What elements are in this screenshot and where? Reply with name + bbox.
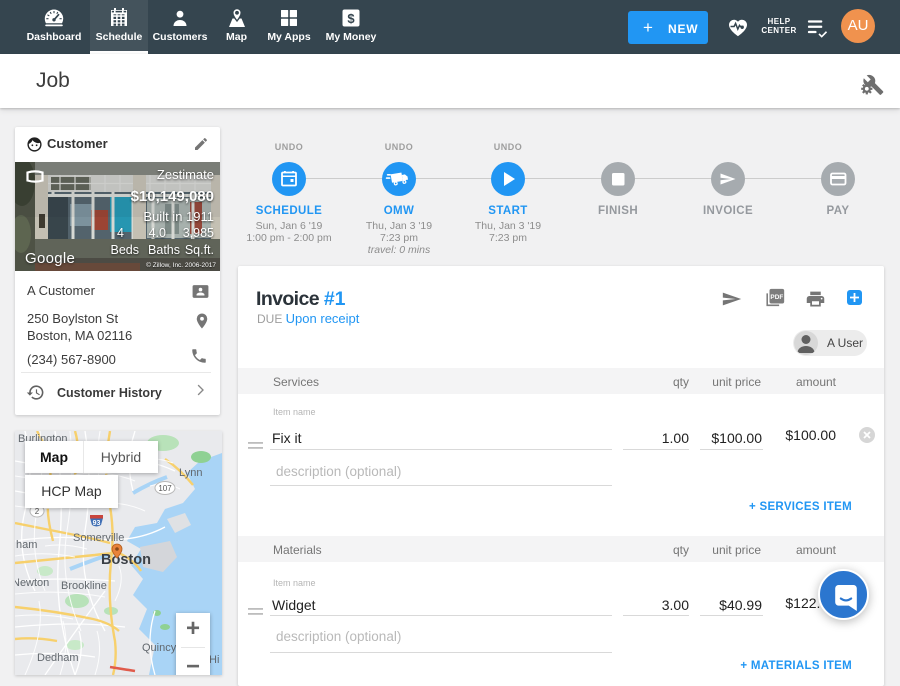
svg-text:Brookline: Brookline (61, 580, 107, 592)
svg-text:Newton: Newton (15, 577, 49, 589)
svg-text:2: 2 (35, 507, 40, 516)
svg-text:93: 93 (93, 520, 101, 527)
svg-text:$: $ (347, 11, 355, 26)
svg-text:Somerville: Somerville (73, 532, 124, 544)
svg-text:Quincy: Quincy (142, 642, 177, 654)
svg-text:Boston: Boston (101, 552, 151, 568)
svg-text:Hi: Hi (209, 654, 219, 666)
svg-text:ham: ham (16, 539, 37, 551)
svg-text:Dedham: Dedham (37, 652, 79, 664)
svg-text:PDF: PDF (770, 294, 783, 301)
svg-text:Lynn: Lynn (179, 467, 202, 479)
svg-text:107: 107 (158, 484, 172, 493)
